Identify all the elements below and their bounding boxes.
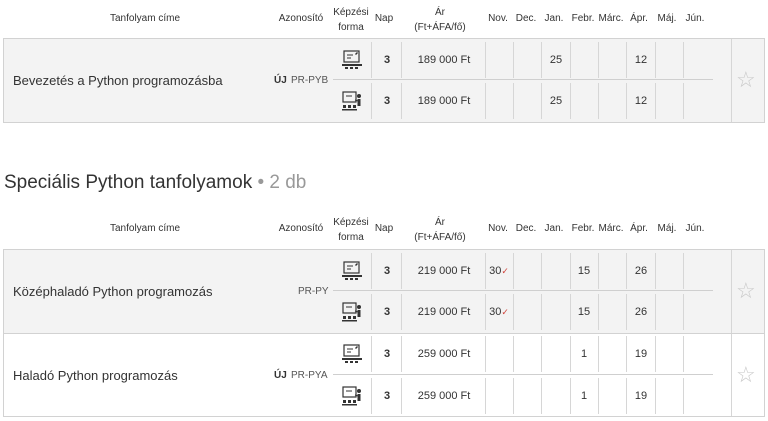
date-apr[interactable]: 12 [627,42,655,78]
session-row[interactable]: 3 259 000 Ft 1 19 [333,378,713,414]
price-value: 189 000 Ft [417,54,471,66]
session-row[interactable]: 3 219 000 Ft 30✓ 15 26 [333,253,713,289]
course-count: • 2 db [257,172,307,193]
header-price: Ár (Ft+ÁFA/fő) [414,7,466,33]
course-code: PR-PY [298,286,329,297]
price-value: 219 000 Ft [417,306,471,318]
course-row-python-intermediate[interactable]: Középhaladó Python programozás PR-PY ☆ 3… [3,249,765,334]
date-jan[interactable]: 25 [542,83,570,119]
price-value: 189 000 Ft [417,95,471,107]
online-classroom-icon [341,50,363,70]
header-month-febr: Febr. [571,13,595,24]
header-id: Azonosító [278,223,324,234]
header-month-nov: Nov. [488,223,508,234]
session-row[interactable]: 3 219 000 Ft 30✓ 15 26 [333,294,713,330]
header-month-apr: Ápr. [630,13,648,24]
course-code: PR-PYB [291,75,329,86]
date-apr[interactable]: 12 [627,83,655,119]
course-row-python-advanced[interactable]: Haladó Python programozás ÚJ PR-PYA ☆ 3 … [3,333,765,417]
date-febr[interactable]: 15 [570,294,598,330]
date-apr[interactable]: 26 [627,294,655,330]
header-format: Képzési forma [333,7,369,33]
date-jan[interactable]: 25 [542,42,570,78]
header-id: Azonosító [278,13,324,24]
header-month-febr: Febr. [571,223,595,234]
date-apr[interactable]: 19 [627,336,655,372]
guaranteed-check-icon: ✓ [501,266,509,276]
header-month-jun: Jún. [685,223,705,234]
header-month-marc: Márc. [598,223,624,234]
days-value: 3 [383,95,391,107]
days-value: 3 [383,54,391,66]
in-person-classroom-icon [341,302,362,323]
course-title[interactable]: Középhaladó Python programozás [13,284,212,299]
section-title: Speciális Python tanfolyamok • 2 db [4,172,307,193]
date-apr[interactable]: 19 [627,378,655,414]
header-format: Képzési forma [333,217,369,243]
days-value: 3 [383,306,391,318]
online-classroom-icon [341,261,363,281]
online-classroom-icon [341,344,363,364]
header-month-maj: Máj. [657,223,677,234]
header-month-nov: Nov. [488,13,508,24]
days-value: 3 [383,348,391,360]
price-value: 259 000 Ft [417,390,471,402]
new-badge: ÚJ [274,370,287,381]
days-value: 3 [383,390,391,402]
header-price: Ár (Ft+ÁFA/fő) [414,217,466,243]
header-month-jun: Jún. [685,13,705,24]
star-icon[interactable]: ☆ [736,280,756,302]
price-value: 259 000 Ft [417,348,471,360]
date-febr[interactable]: 1 [570,378,598,414]
course-row-python-intro[interactable]: Bevezetés a Python programozásba ÚJ PR-P… [3,38,765,123]
date-febr[interactable]: 15 [570,253,598,289]
header-month-dec: Dec. [515,223,537,234]
in-person-classroom-icon [341,386,362,407]
date-nov[interactable]: 30✓ [485,253,513,289]
session-row[interactable]: 3 259 000 Ft 1 19 [333,336,713,372]
header-days: Nap [374,13,394,24]
course-code: PR-PYA [291,370,328,381]
guaranteed-check-icon: ✓ [501,307,509,317]
course-title[interactable]: Haladó Python programozás [13,368,178,383]
days-value: 3 [383,265,391,277]
header-month-apr: Ápr. [630,223,648,234]
header-course-title: Tanfolyam címe [109,223,181,234]
new-badge: ÚJ [274,75,287,86]
header-month-marc: Márc. [598,13,624,24]
date-nov[interactable]: 30✓ [485,294,513,330]
star-icon[interactable]: ☆ [736,364,756,386]
date-apr[interactable]: 26 [627,253,655,289]
header-course-title: Tanfolyam címe [109,13,181,24]
date-febr[interactable]: 1 [570,336,598,372]
header-month-dec: Dec. [515,13,537,24]
in-person-classroom-icon [341,91,362,112]
header-month-maj: Máj. [657,13,677,24]
header-days: Nap [374,223,394,234]
session-row[interactable]: 3 189 000 Ft 25 12 [333,83,713,119]
header-month-jan: Jan. [544,223,564,234]
session-row[interactable]: 3 189 000 Ft 25 12 [333,42,713,78]
star-icon[interactable]: ☆ [736,69,756,91]
price-value: 219 000 Ft [417,265,471,277]
course-title[interactable]: Bevezetés a Python programozásba [13,73,223,88]
header-month-jan: Jan. [544,13,564,24]
